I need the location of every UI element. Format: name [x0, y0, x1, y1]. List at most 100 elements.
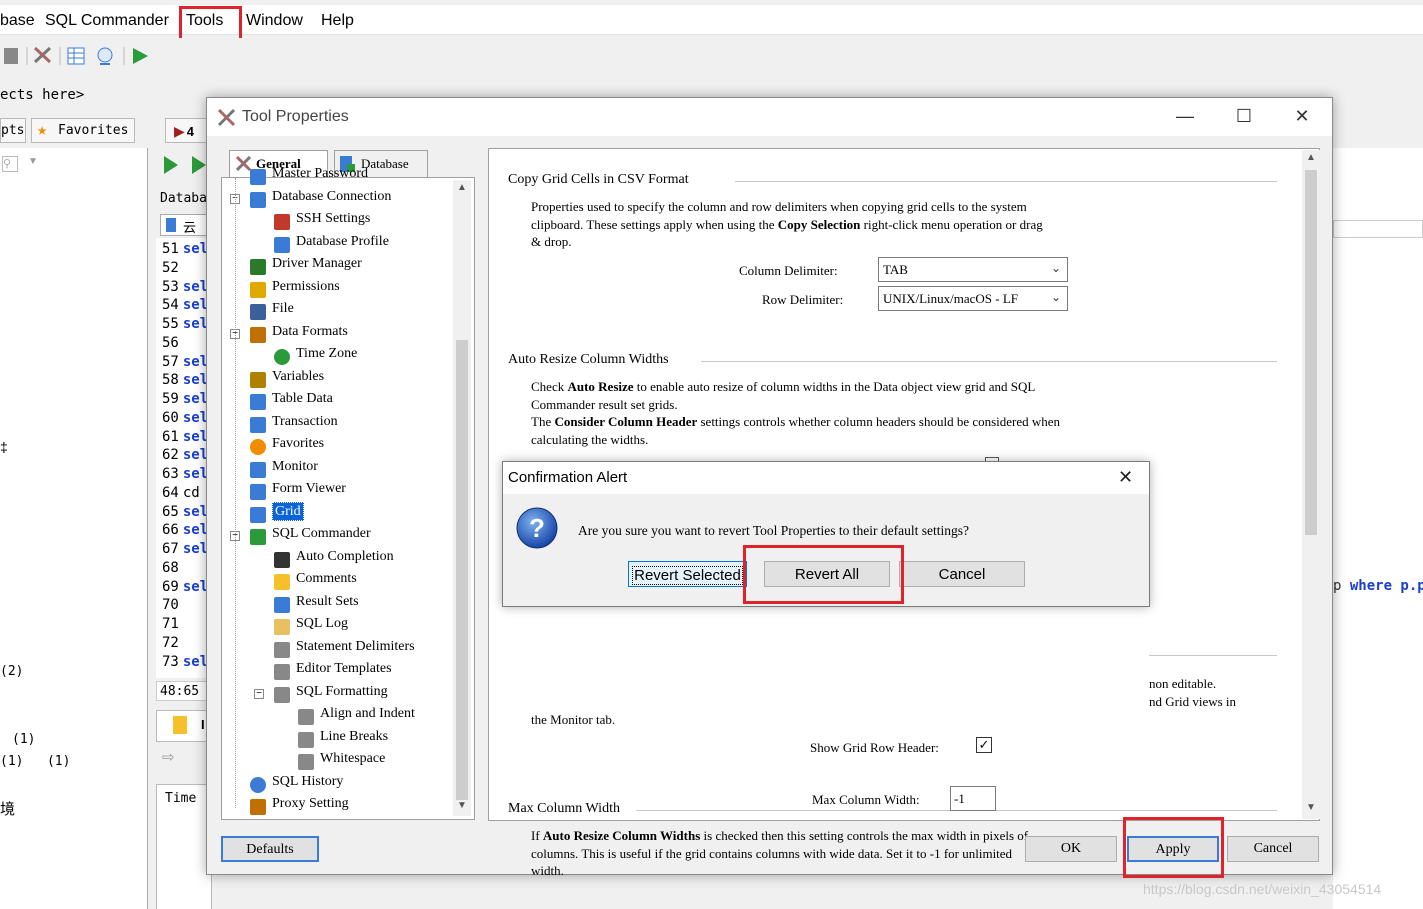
tree-item-statement-delimiters[interactable]: Statement Delimiters [296, 639, 415, 655]
column-delimiter-select[interactable]: TAB ⌄ [878, 257, 1068, 282]
alert-close-button[interactable]: ✕ [1118, 467, 1133, 488]
line-code: sel [182, 503, 209, 520]
tree-item-label: Comments [296, 571, 357, 586]
close-button[interactable]: ✕ [1287, 106, 1317, 127]
editor-line: 56 [162, 335, 183, 351]
menu-database[interactable]: base [0, 12, 35, 30]
editor-templates-icon [274, 664, 290, 680]
line-number: 72 [162, 634, 179, 651]
defaults-button[interactable]: Defaults [221, 836, 319, 862]
tree-item-align-and-indent[interactable]: Align and Indent [320, 706, 415, 722]
cancel-button[interactable]: Cancel [1227, 836, 1319, 862]
filter-icon[interactable]: ⚲ [2, 156, 18, 172]
tree-item-label: Editor Templates [296, 661, 392, 676]
tree-item-grid[interactable]: Grid [272, 501, 304, 521]
tree-item-variables[interactable]: Variables [272, 369, 324, 385]
tree-item-file[interactable]: File [272, 301, 294, 317]
permissions-icon [250, 281, 266, 298]
tree-item-sql-log[interactable]: SQL Log [296, 616, 348, 632]
tab-scripts[interactable]: pts [0, 118, 26, 143]
show-grid-row-header-checkbox[interactable]: ✓ [976, 737, 992, 753]
filter-dropdown-icon[interactable]: ▼ [28, 156, 38, 167]
ok-button[interactable]: OK [1025, 836, 1117, 862]
minimize-button[interactable]: — [1170, 106, 1200, 127]
database-selector[interactable]: 云 [160, 214, 208, 236]
properties-scrollbar[interactable]: ▲ ▼ [1302, 150, 1320, 819]
alert-cancel-button[interactable]: Cancel [899, 561, 1025, 587]
tree-scroll-up-icon[interactable]: ▲ [457, 182, 467, 193]
tree-item-form-viewer[interactable]: Form Viewer [272, 481, 346, 497]
props-scroll-down-icon[interactable]: ▼ [1306, 802, 1316, 813]
max-column-width-input[interactable]: -1 [950, 786, 996, 811]
file-icon [250, 304, 266, 320]
line-code: sel [182, 353, 209, 370]
tree-scroll-thumb[interactable] [456, 340, 468, 800]
tree-item-whitespace[interactable]: Whitespace [320, 751, 385, 767]
editor-line: 71 [162, 616, 183, 632]
tree-item-editor-templates[interactable]: Editor Templates [296, 661, 392, 677]
row-delimiter-select[interactable]: UNIX/Linux/macOS - LF ⌄ [878, 286, 1068, 311]
editor-line: 63 sel [162, 466, 208, 482]
editor-line: 62 sel [162, 447, 208, 463]
props-scroll-up-icon[interactable]: ▲ [1306, 152, 1316, 163]
tree-item-driver-manager[interactable]: Driver Manager [272, 256, 362, 272]
properties-tree: Master Password Database Connection − SSH S… [221, 166, 475, 820]
menu-window[interactable]: Window [246, 12, 303, 30]
tree-item-label: Table Data [272, 391, 333, 406]
tree-item-label: SSH Settings [296, 211, 371, 226]
tree-item-time-zone[interactable]: Time Zone [296, 346, 357, 362]
tree-item-database-connection[interactable]: Database Connection [272, 189, 391, 205]
tree-item-proxy-setting[interactable]: Proxy Setting [272, 796, 349, 812]
run-script-icon [192, 156, 206, 174]
line-code: sel [182, 653, 209, 670]
tab-favorites[interactable]: ★ Favorites [31, 118, 135, 143]
database-label: Databa [160, 191, 207, 206]
tree-item-label: Line Breaks [320, 728, 389, 744]
sql-commander-icon [250, 529, 266, 545]
tree-item-sql-history[interactable]: SQL History [272, 774, 343, 790]
props-scroll-thumb[interactable] [1305, 170, 1317, 535]
tree-item-ssh-settings[interactable]: SSH Settings [296, 211, 370, 227]
tree-item-sql-commander[interactable]: SQL Commander [272, 526, 371, 542]
editor-line: 64 cd [162, 485, 200, 501]
line-breaks-icon [298, 731, 314, 748]
tree-item-label: Monitor [272, 458, 318, 474]
monitor-icon [97, 47, 113, 65]
tree-item-label: Data Formats [272, 323, 348, 339]
tab-editor[interactable]: ▶ 4 [165, 118, 209, 143]
auto-completion-icon [274, 551, 290, 568]
tree-item-comments[interactable]: Comments [296, 571, 357, 587]
proxy-setting-icon [250, 799, 266, 815]
tree-item-sql-formatting[interactable]: SQL Formatting [296, 684, 388, 700]
run-icon [133, 48, 148, 64]
line-number: 58 [162, 372, 179, 389]
menu-help[interactable]: Help [321, 12, 354, 30]
tree-count-1: (2) [0, 664, 24, 679]
tree-item-transaction[interactable]: Transaction [272, 414, 338, 430]
tree-item-auto-completion[interactable]: Auto Completion [296, 549, 394, 565]
editor-line: 54 sel [162, 297, 208, 313]
tree-item-line-breaks[interactable]: Line Breaks [320, 729, 388, 745]
left-object-panel: ⚲ ▼ ‡ (2) (1) (1) (1) 境 [0, 148, 148, 909]
tree-scroll-down-icon[interactable]: ▼ [457, 800, 467, 811]
dialog-title: Tool Properties [242, 108, 349, 125]
tree-item-table-data[interactable]: Table Data [272, 391, 333, 407]
maximize-button[interactable]: ☐ [1229, 106, 1259, 127]
tree-item-result-sets[interactable]: Result Sets [296, 594, 359, 610]
revert-selected-button[interactable]: Revert Selected [628, 561, 747, 587]
csv-description-1: Properties used to specify the column an… [531, 199, 1027, 214]
menu-sql-commander[interactable]: SQL Commander [45, 12, 169, 30]
tree-scrollbar[interactable]: ▲ ▼ [453, 180, 471, 816]
tree-item-data-formats[interactable]: Data Formats [272, 324, 348, 340]
collapse-icon[interactable]: − [254, 688, 264, 699]
sql-text-fragment: p where p.p [1333, 578, 1423, 594]
tree-item-database-profile[interactable]: Database Profile [296, 234, 389, 250]
results-tab[interactable]: I [156, 710, 208, 742]
tree-item-favorites[interactable]: Favorites [272, 436, 324, 452]
tree-item-monitor[interactable]: Monitor [272, 459, 318, 475]
tree-item-permissions[interactable]: Permissions [272, 279, 340, 295]
line-code: sel [182, 447, 209, 464]
line-code: sel [182, 541, 209, 557]
export-icon[interactable]: ⇨ [162, 748, 175, 766]
tree-item-master-password[interactable]: Master Password [272, 166, 368, 182]
